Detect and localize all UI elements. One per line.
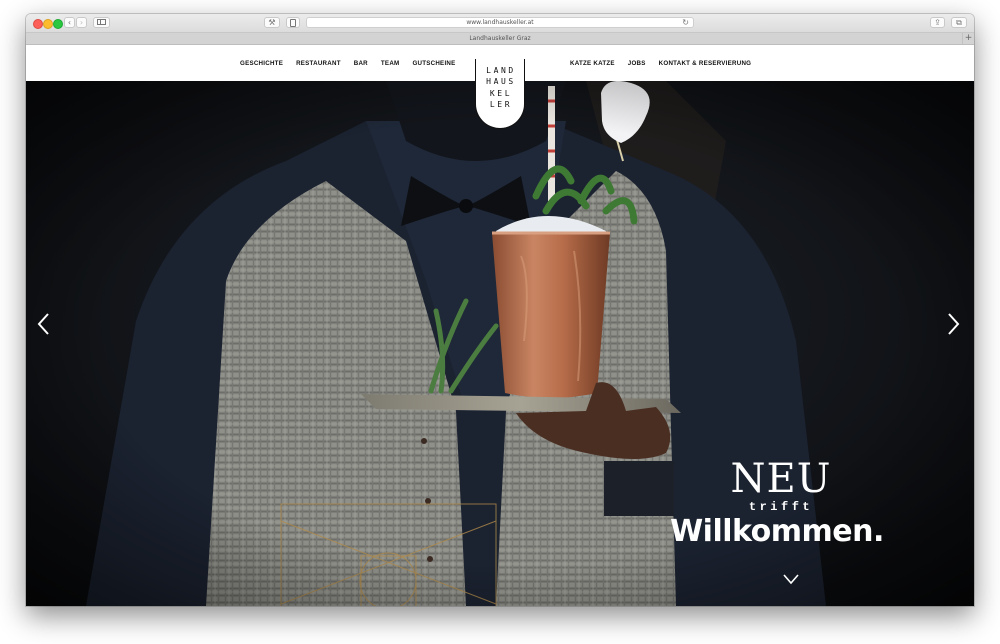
- site-header: GESCHICHTE RESTAURANT BAR TEAM GUTSCHEIN…: [26, 45, 974, 129]
- nav-item-geschichte[interactable]: GESCHICHTE: [240, 60, 283, 67]
- logo-line: LER: [489, 100, 513, 110]
- reload-icon[interactable]: ↻: [682, 17, 689, 28]
- responsive-mode-button[interactable]: [286, 17, 300, 28]
- logo-line: HAUS: [486, 77, 516, 87]
- browser-toolbar: ‹ › ⚒ www.landhauskeller.at ↻ ⇪ ⧉: [26, 14, 974, 33]
- main-nav-right: KATZE KATZE JOBS KONTAKT & RESERVIERUNG: [570, 45, 751, 81]
- browser-window: ‹ › ⚒ www.landhauskeller.at ↻ ⇪ ⧉ Landha…: [26, 14, 974, 606]
- sidebar-icon: [97, 19, 106, 25]
- tab-bar: Landhauskeller Graz +: [26, 33, 974, 45]
- nav-item-kontakt[interactable]: KONTAKT & RESERVIERUNG: [659, 60, 752, 67]
- address-bar[interactable]: www.landhauskeller.at ↻: [306, 17, 694, 28]
- headline-willkommen: Willkommen.: [670, 514, 884, 549]
- nav-item-gutscheine[interactable]: GUTSCHEINE: [412, 60, 455, 67]
- tab-title[interactable]: Landhauskeller Graz: [26, 33, 974, 44]
- site-logo[interactable]: LAND HAUS KEL LER: [475, 59, 525, 129]
- tools-button[interactable]: ⚒: [264, 17, 280, 28]
- chevron-right-icon[interactable]: [944, 311, 962, 337]
- forward-button[interactable]: ›: [76, 17, 87, 28]
- minimize-window-button[interactable]: [43, 19, 53, 29]
- hero-headline: NEU trifft Willkommen.: [666, 458, 916, 550]
- chevron-left-icon[interactable]: [35, 311, 53, 337]
- address-bar-url: www.landhauskeller.at: [466, 19, 534, 26]
- sidebar-toggle-button[interactable]: [93, 17, 110, 28]
- show-tabs-button[interactable]: ⧉: [951, 17, 967, 28]
- phone-icon: [290, 19, 296, 27]
- nav-item-restaurant[interactable]: RESTAURANT: [296, 60, 341, 67]
- main-nav-left: GESCHICHTE RESTAURANT BAR TEAM GUTSCHEIN…: [240, 45, 456, 81]
- new-tab-button[interactable]: +: [962, 33, 974, 44]
- headline-trifft: trifft: [748, 500, 814, 514]
- nav-item-katze-katze[interactable]: KATZE KATZE: [570, 60, 615, 67]
- headline-neu: NEU: [730, 456, 832, 502]
- zoom-window-button[interactable]: [53, 19, 63, 29]
- nav-item-bar[interactable]: BAR: [354, 60, 368, 67]
- back-button[interactable]: ‹: [64, 17, 75, 28]
- share-button[interactable]: ⇪: [930, 17, 945, 28]
- nav-item-team[interactable]: TEAM: [381, 60, 400, 67]
- logo-line: LAND: [486, 66, 516, 75]
- hero-slider: NEU trifft Willkommen.: [26, 81, 974, 606]
- chevron-down-icon[interactable]: [782, 573, 800, 585]
- logo-line: KEL: [489, 88, 513, 98]
- nav-item-jobs[interactable]: JOBS: [628, 60, 646, 67]
- close-window-button[interactable]: [33, 19, 43, 29]
